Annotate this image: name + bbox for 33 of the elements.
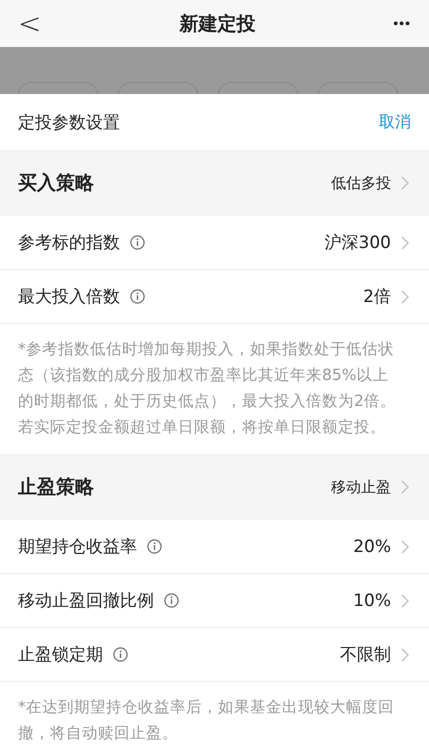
setting-value: 2倍 bbox=[363, 286, 391, 308]
chevron-icon bbox=[401, 594, 409, 608]
chevron-icon bbox=[401, 480, 409, 494]
setting-value: 不限制 bbox=[340, 644, 391, 666]
chevron-icon bbox=[401, 236, 409, 250]
strategy-value: 低估多投 bbox=[331, 174, 391, 192]
sheet-title: 定投参数设置 bbox=[18, 112, 120, 134]
info-icon[interactable] bbox=[147, 539, 162, 554]
back-button[interactable]: < bbox=[14, 7, 46, 40]
chevron-icon bbox=[401, 540, 409, 554]
section-header[interactable]: 止盈策略 移动止盈 bbox=[0, 454, 429, 520]
info-icon[interactable] bbox=[130, 235, 145, 250]
info-icon[interactable] bbox=[113, 647, 128, 662]
page-title: 新建定投 bbox=[179, 12, 256, 36]
setting-label: 移动止盈回撤比例 bbox=[18, 590, 154, 612]
setting-label: 期望持仓收益率 bbox=[18, 536, 137, 558]
setting-label: 参考标的指数 bbox=[18, 232, 120, 254]
cancel-button[interactable]: 取消 bbox=[379, 112, 411, 132]
more-button[interactable]: ••• bbox=[389, 15, 415, 32]
chevron-icon bbox=[401, 290, 409, 304]
strategy-value: 移动止盈 bbox=[331, 478, 391, 496]
section-title: 买入策略 bbox=[18, 171, 94, 196]
setting-value: 10% bbox=[353, 590, 391, 610]
setting-label: 最大投入倍数 bbox=[18, 286, 120, 308]
chevron-icon bbox=[401, 176, 409, 190]
setting-label: 止盈锁定期 bbox=[18, 644, 103, 666]
section-title: 止盈策略 bbox=[18, 475, 94, 500]
info-icon[interactable] bbox=[130, 289, 145, 304]
info-icon[interactable] bbox=[164, 593, 179, 608]
setting-value: 20% bbox=[353, 536, 391, 556]
section-header[interactable]: 买入策略 低估多投 bbox=[0, 150, 429, 216]
chevron-icon bbox=[401, 648, 409, 662]
setting-value: 沪深300 bbox=[324, 232, 391, 254]
